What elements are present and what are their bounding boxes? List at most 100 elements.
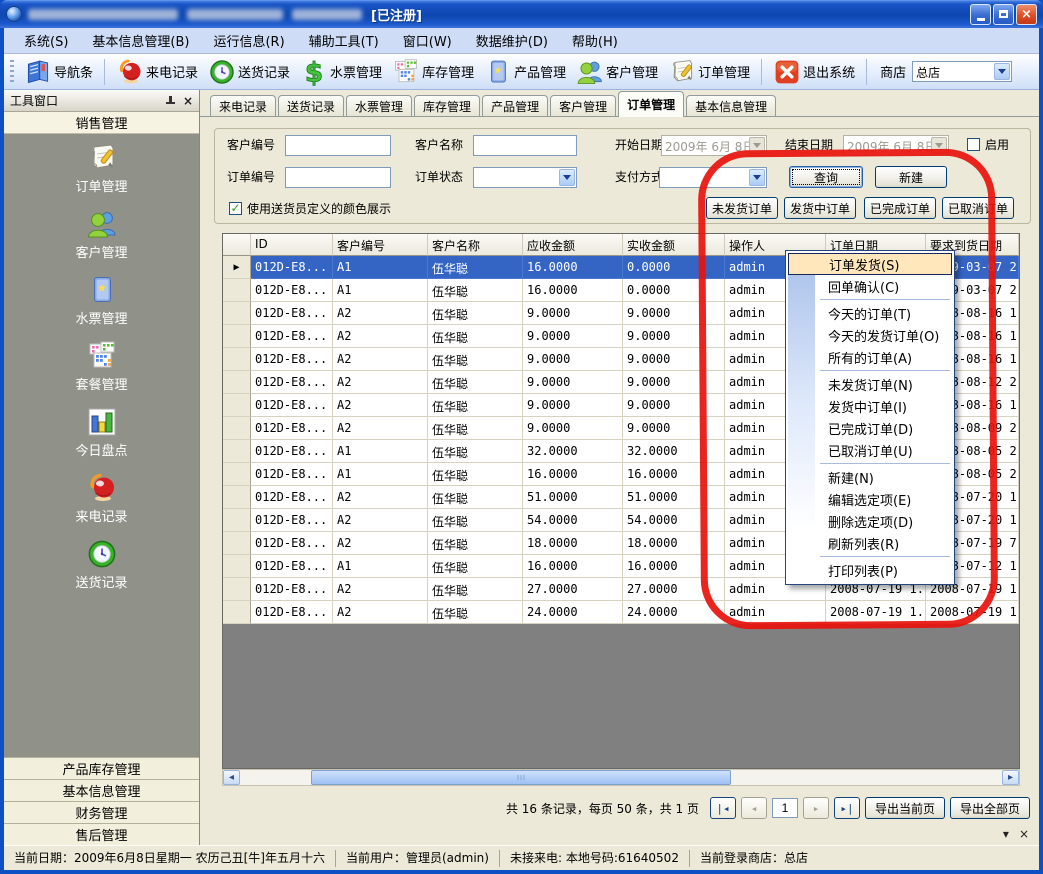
tab-list-caret-icon[interactable]: ▾: [1003, 828, 1009, 840]
start-date-picker[interactable]: 2009年 6月 8日: [661, 135, 767, 156]
cell-received[interactable]: 9.0000: [623, 348, 725, 371]
context-menu-item[interactable]: 编辑选定项(E): [788, 488, 952, 510]
context-menu-item[interactable]: 新建(N): [788, 466, 952, 488]
context-menu-item[interactable]: 今天的发货订单(O): [788, 324, 952, 346]
cell-received[interactable]: 9.0000: [623, 371, 725, 394]
cell-customer-no[interactable]: A2: [333, 325, 428, 348]
cell-id[interactable]: 012D-E8...: [251, 509, 333, 532]
row-selector-cell[interactable]: ▶: [223, 532, 251, 555]
t[interactable]: 水票管理: [346, 95, 412, 116]
context-menu-item[interactable]: 删除选定项(D): [788, 510, 952, 532]
context-menu-item[interactable]: 打印列表(P): [788, 559, 952, 581]
context-menu-item[interactable]: 所有的订单(A): [788, 346, 952, 368]
menu-item[interactable]: 辅助工具(T): [299, 29, 389, 52]
t[interactable]: 产品管理: [482, 95, 548, 116]
context-menu-item[interactable]: 未发货订单(N): [788, 373, 952, 395]
cell-customer-no[interactable]: A1: [333, 440, 428, 463]
sidebar-item-delivery-log[interactable]: 送货记录: [42, 538, 162, 591]
cell-id[interactable]: 012D-E8...: [251, 348, 333, 371]
last-page-button[interactable]: ▸|: [834, 797, 860, 819]
cell-receivable[interactable]: 16.0000: [523, 463, 623, 486]
cell-received[interactable]: 51.0000: [623, 486, 725, 509]
cell-customer-name[interactable]: 伍华聪: [428, 302, 523, 325]
cell-customer-name[interactable]: 伍华聪: [428, 325, 523, 348]
cell-id[interactable]: 012D-E8...: [251, 279, 333, 302]
row-selector-cell[interactable]: ▶: [223, 417, 251, 440]
cell-id[interactable]: 012D-E8...: [251, 463, 333, 486]
pin-icon[interactable]: [166, 96, 175, 106]
column-header[interactable]: 客户编号: [333, 234, 428, 256]
cell-customer-no[interactable]: A1: [333, 555, 428, 578]
toolbar-delivery-log-button[interactable]: 送货记录: [204, 56, 294, 88]
cell-required-date[interactable]: 2008-07-19 1...: [926, 601, 1019, 624]
customer-name-input[interactable]: [473, 135, 577, 156]
query-button[interactable]: 查询: [789, 166, 863, 188]
row-selector-cell[interactable]: ▶: [223, 348, 251, 371]
row-selector-cell[interactable]: ▶: [223, 578, 251, 601]
sidebar-section-button[interactable]: 基本信息管理: [4, 779, 199, 801]
sidebar-section-button[interactable]: 售后管理: [4, 823, 199, 845]
menu-item[interactable]: 系统(S): [14, 29, 78, 52]
t[interactable]: 来电记录: [210, 95, 276, 116]
export-current-page-button[interactable]: 导出当前页: [865, 797, 945, 819]
page-number-input[interactable]: [772, 798, 798, 818]
cell-receivable[interactable]: 9.0000: [523, 417, 623, 440]
cell-customer-name[interactable]: 伍华聪: [428, 371, 523, 394]
cell-customer-no[interactable]: A2: [333, 509, 428, 532]
delivering-orders-button[interactable]: 发货中订单: [784, 197, 856, 219]
sidebar-section-button[interactable]: 产品库存管理: [4, 757, 199, 779]
dropdown-arrow-icon[interactable]: [749, 169, 765, 186]
toolbar-water-ticket-button[interactable]: $ 水票管理: [296, 56, 386, 88]
column-header[interactable]: 应收金额: [523, 234, 623, 256]
scrollbar-track[interactable]: [240, 770, 1002, 785]
toolbar-navbar-button[interactable]: 导航条: [20, 56, 97, 88]
export-all-pages-button[interactable]: 导出全部页: [950, 797, 1030, 819]
cell-id[interactable]: 012D-E8...: [251, 325, 333, 348]
close-button[interactable]: ×: [1016, 4, 1037, 25]
cell-receivable[interactable]: 18.0000: [523, 532, 623, 555]
cell-received[interactable]: 54.0000: [623, 509, 725, 532]
cell-customer-no[interactable]: A2: [333, 532, 428, 555]
cancelled-orders-button[interactable]: 已取消订单: [942, 197, 1014, 219]
context-menu-item[interactable]: 已完成订单(D): [788, 417, 952, 439]
cell-customer-name[interactable]: 伍华聪: [428, 555, 523, 578]
scroll-right-icon[interactable]: ▸: [1002, 770, 1019, 785]
context-menu-item[interactable]: 今天的订单(T): [788, 302, 952, 324]
row-selector-cell[interactable]: ▶: [223, 555, 251, 578]
cell-id[interactable]: 012D-E8...: [251, 532, 333, 555]
row-selector-cell[interactable]: ▶: [223, 486, 251, 509]
first-page-button[interactable]: |◂: [710, 797, 736, 819]
cell-id[interactable]: 012D-E8...: [251, 394, 333, 417]
scrollbar-thumb[interactable]: [311, 770, 731, 785]
row-selector-cell[interactable]: ▶: [223, 302, 251, 325]
cell-customer-no[interactable]: A2: [333, 417, 428, 440]
row-selector-cell[interactable]: ▶: [223, 601, 251, 624]
row-selector-cell[interactable]: ▶: [223, 440, 251, 463]
cell-customer-no[interactable]: A1: [333, 463, 428, 486]
sidebar-item-call-log[interactable]: 来电记录: [42, 472, 162, 525]
cell-received[interactable]: 32.0000: [623, 440, 725, 463]
row-selector-cell[interactable]: ▶: [223, 279, 251, 302]
t[interactable]: 基本信息管理: [686, 95, 776, 116]
scroll-left-icon[interactable]: ◂: [223, 770, 240, 785]
undelivered-orders-button[interactable]: 未发货订单: [706, 197, 778, 219]
cell-customer-name[interactable]: 伍华聪: [428, 578, 523, 601]
cell-customer-name[interactable]: 伍华聪: [428, 417, 523, 440]
cell-received[interactable]: 9.0000: [623, 394, 725, 417]
cell-customer-name[interactable]: 伍华聪: [428, 256, 523, 279]
horizontal-scrollbar[interactable]: ◂ ▸: [222, 769, 1020, 786]
t[interactable]: 客户管理: [550, 95, 616, 116]
sidebar-item-today-inventory[interactable]: 今日盘点: [42, 406, 162, 459]
new-button[interactable]: 新建: [875, 166, 947, 188]
cell-received[interactable]: 9.0000: [623, 302, 725, 325]
cell-customer-no[interactable]: A2: [333, 371, 428, 394]
cell-customer-no[interactable]: A1: [333, 279, 428, 302]
sidebar-item-customer-mgmt[interactable]: 客户管理: [42, 208, 162, 261]
toolbar-inventory-button[interactable]: 库存管理: [388, 56, 478, 88]
cell-id[interactable]: 012D-E8...: [251, 256, 333, 279]
sidebar-section-sales[interactable]: 销售管理: [4, 112, 199, 134]
menu-item[interactable]: 数据维护(D): [466, 29, 558, 52]
cell-receivable[interactable]: 16.0000: [523, 279, 623, 302]
cell-id[interactable]: 012D-E8...: [251, 555, 333, 578]
cell-customer-name[interactable]: 伍华聪: [428, 463, 523, 486]
